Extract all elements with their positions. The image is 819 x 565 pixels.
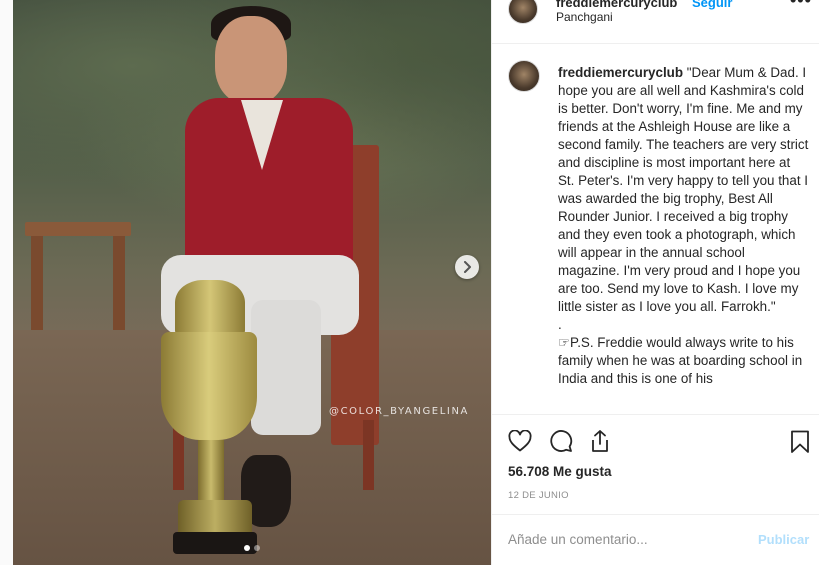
photo-trophy-stem <box>198 440 224 500</box>
comment-icon <box>550 430 573 452</box>
carousel-dot-active <box>244 545 250 551</box>
photo-boy-head <box>215 16 287 104</box>
share-icon <box>592 430 608 452</box>
photo-trophy-cup <box>161 332 257 440</box>
save-button[interactable] <box>790 430 810 459</box>
add-comment-section: Publicar <box>492 514 819 565</box>
post-caption: freddiemercuryclub "Dear Mum & Dad. I ho… <box>558 64 810 388</box>
like-button[interactable] <box>508 429 532 457</box>
post-actions: 56.708 Me gusta 12 DE JUNIO Publicar <box>492 414 819 565</box>
share-button[interactable] <box>589 429 611 458</box>
bookmark-icon <box>791 430 809 453</box>
heart-icon <box>508 429 532 452</box>
photo-trouser-leg <box>251 300 321 435</box>
likes-count[interactable]: 56.708 Me gusta <box>508 464 612 479</box>
chevron-right-icon <box>464 261 471 273</box>
post-location[interactable]: Panchgani <box>556 10 613 24</box>
caption-username[interactable]: freddiemercuryclub <box>558 65 683 80</box>
post-photo[interactable]: @COLOR_BYANGELINA <box>13 0 491 565</box>
caption-separator: . <box>558 317 562 332</box>
comment-input[interactable] <box>508 529 748 549</box>
post-header: freddiemercuryclub Seguir Panchgani ••• <box>492 0 819 44</box>
author-username[interactable]: freddiemercuryclub <box>556 0 677 10</box>
photo-trophy-lid <box>175 280 245 336</box>
photo-chair-leg <box>363 420 374 490</box>
comment-button[interactable] <box>549 429 573 458</box>
caption-text: "Dear Mum & Dad. I hope you are all well… <box>558 65 809 314</box>
post-media: @COLOR_BYANGELINA <box>0 0 491 565</box>
caption-ps: ☞P.S. Freddie would always write to his … <box>558 335 803 386</box>
carousel-dot <box>254 545 260 551</box>
post-date[interactable]: 12 DE JUNIO <box>508 490 569 501</box>
author-avatar[interactable] <box>508 0 538 24</box>
caption-avatar[interactable] <box>508 60 540 92</box>
publish-button[interactable]: Publicar <box>758 532 809 547</box>
carousel-dots <box>244 545 260 551</box>
more-options-button[interactable]: ••• <box>790 0 812 11</box>
photo-watermark: @COLOR_BYANGELINA <box>329 406 469 417</box>
follow-button[interactable]: Seguir <box>692 0 732 10</box>
post-panel: freddiemercuryclub Seguir Panchgani ••• … <box>491 0 819 565</box>
photo-stool <box>25 222 131 330</box>
comments-section[interactable]: freddiemercuryclub "Dear Mum & Dad. I ho… <box>492 44 819 414</box>
next-slide-button[interactable] <box>455 255 479 279</box>
